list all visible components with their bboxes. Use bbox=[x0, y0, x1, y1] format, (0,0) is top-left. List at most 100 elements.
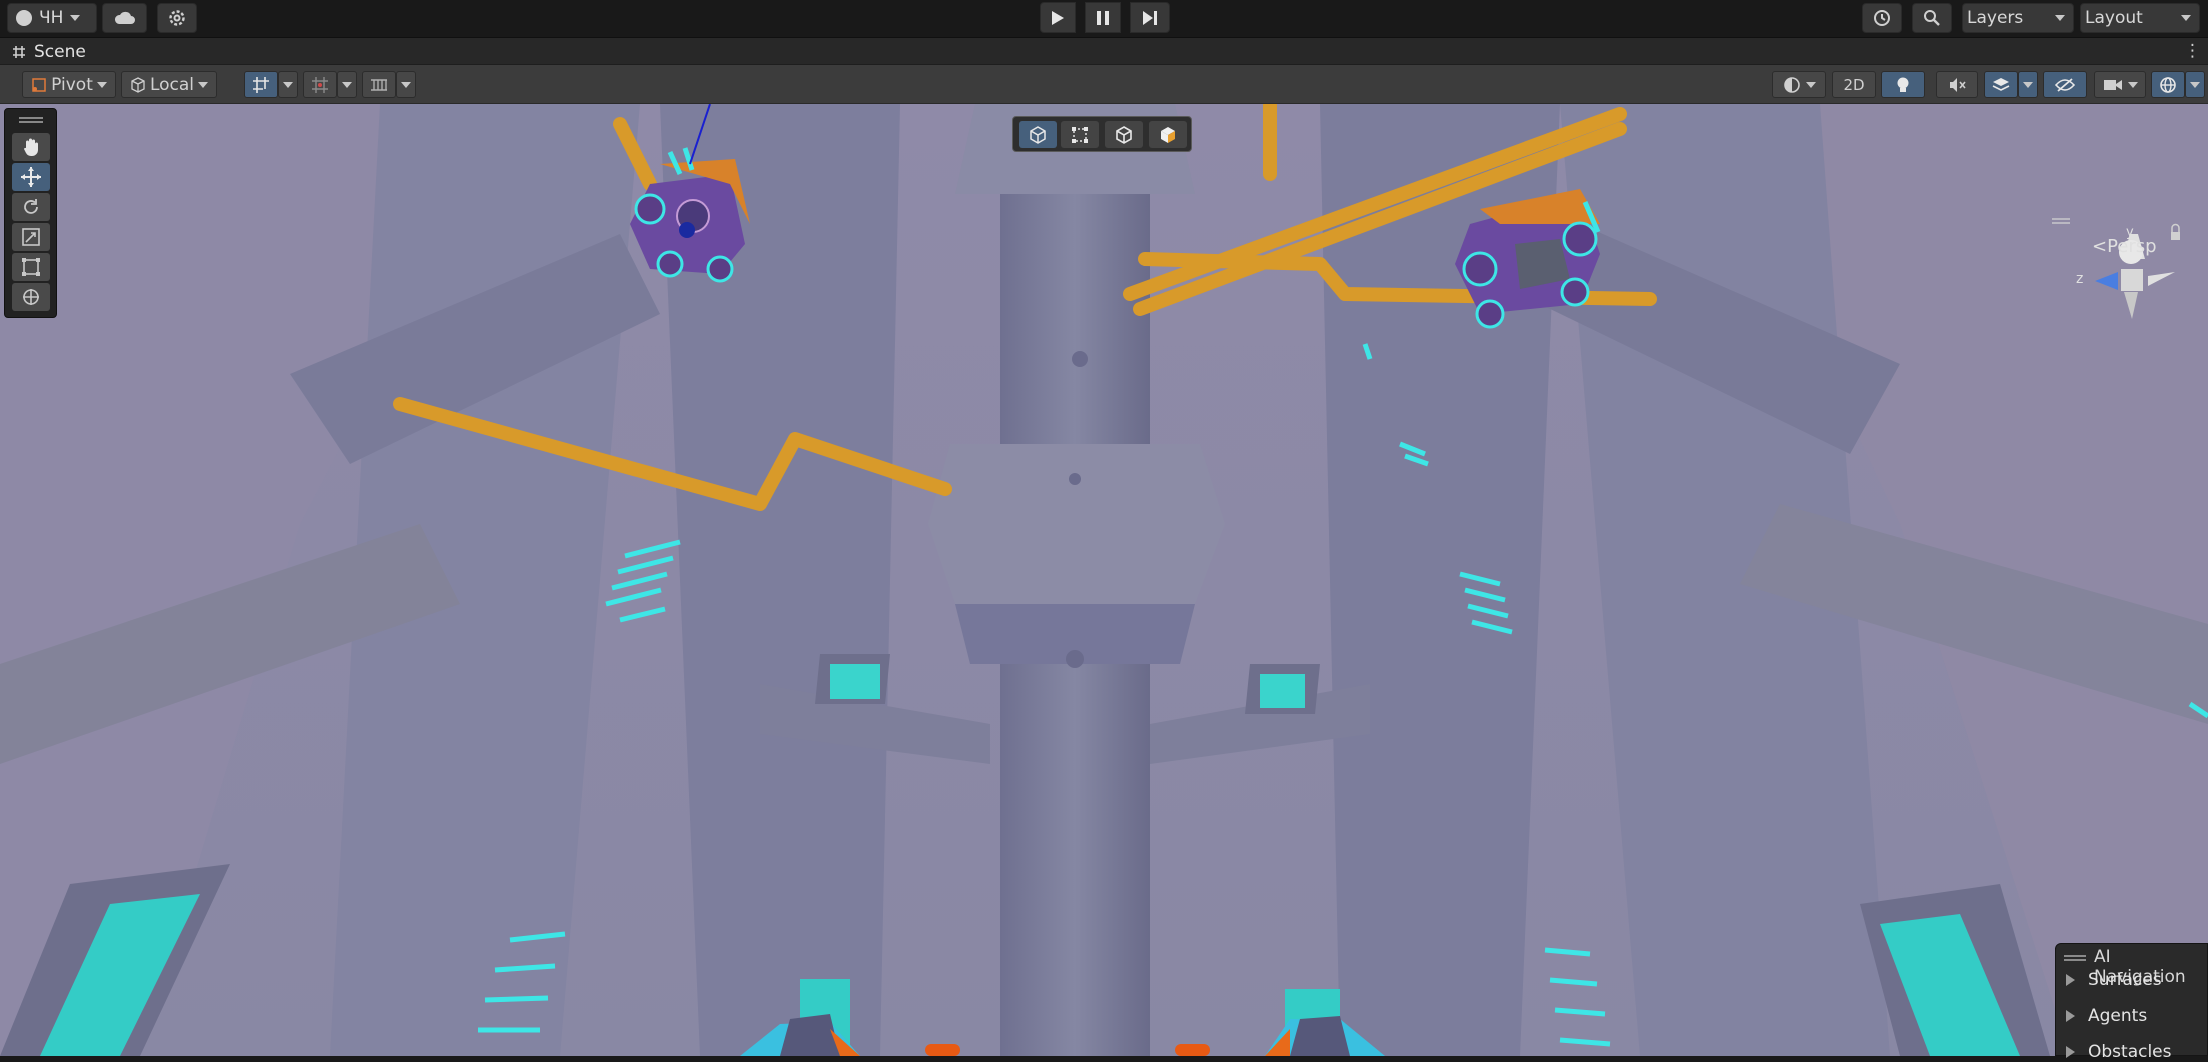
step-icon bbox=[1143, 10, 1157, 25]
chevron-down-icon bbox=[198, 81, 209, 88]
local-dropdown[interactable]: Local bbox=[121, 71, 217, 98]
chevron-down-icon bbox=[342, 81, 352, 88]
pivot-label: Pivot bbox=[51, 74, 93, 95]
overlay-rect-button[interactable] bbox=[1061, 121, 1099, 148]
account-dropdown[interactable]: ЧН bbox=[7, 3, 97, 33]
shading-sphere-icon bbox=[1783, 76, 1800, 93]
more-menu-icon[interactable]: ⋮ bbox=[2184, 41, 2201, 61]
history-button[interactable] bbox=[1862, 3, 1902, 33]
perspective-icon: < bbox=[2092, 236, 2108, 257]
move-arrows-icon bbox=[21, 167, 41, 187]
scale-tool-button[interactable] bbox=[12, 223, 50, 251]
rotate-icon bbox=[24, 199, 38, 214]
mode-2d-button[interactable]: 2D bbox=[1832, 71, 1876, 98]
gizmo-z-axis-label: z bbox=[2076, 271, 2083, 287]
expand-arrow-icon[interactable] bbox=[2066, 1046, 2075, 1058]
cube-icon bbox=[131, 76, 145, 93]
hand-tool-button[interactable] bbox=[12, 133, 50, 161]
ai-nav-item-obstacles[interactable]: Obstacles bbox=[2088, 1042, 2172, 1062]
grid-snap-button[interactable] bbox=[244, 71, 278, 98]
wire-cube-icon bbox=[1030, 125, 1046, 144]
increment-snap-button[interactable] bbox=[303, 71, 337, 98]
rotate-tool-button[interactable] bbox=[12, 193, 50, 221]
mode-2d-label: 2D bbox=[1843, 75, 1865, 94]
scene-toolbar: Pivot Local 2D bbox=[0, 65, 2208, 104]
pivot-icon bbox=[32, 77, 46, 92]
search-icon bbox=[1924, 10, 1940, 26]
expand-arrow-icon[interactable] bbox=[2066, 974, 2075, 986]
play-button[interactable] bbox=[1040, 2, 1076, 33]
scene-viewport[interactable]: y z <Persp bbox=[0, 104, 2208, 1056]
layers-stack-icon bbox=[1992, 77, 2010, 91]
grid-snap-options[interactable] bbox=[278, 71, 298, 98]
camera-settings-dropdown[interactable] bbox=[2094, 71, 2146, 98]
grid-visibility-button[interactable] bbox=[362, 71, 396, 98]
scene-tab-bar: Scene ⋮ bbox=[0, 38, 2208, 65]
step-button[interactable] bbox=[1130, 2, 1170, 33]
gizmo-globe-icon bbox=[2160, 76, 2176, 93]
effects-options[interactable] bbox=[2018, 71, 2038, 98]
camera-icon bbox=[2103, 79, 2122, 90]
layout-label: Layout bbox=[2085, 8, 2143, 28]
panel-grip-icon[interactable] bbox=[19, 117, 43, 123]
pause-icon bbox=[1097, 10, 1109, 25]
cloud-icon bbox=[114, 11, 135, 24]
layers-label: Layers bbox=[1967, 8, 2024, 28]
panel-grip-icon[interactable] bbox=[2064, 955, 2086, 961]
hand-icon bbox=[24, 138, 38, 156]
chevron-down-icon bbox=[2190, 81, 2200, 88]
component-tools-overlay bbox=[1012, 116, 1192, 152]
rect-tool-button[interactable] bbox=[12, 253, 50, 281]
audio-muted-icon bbox=[1950, 77, 1966, 92]
gizmos-toggle[interactable] bbox=[2151, 71, 2185, 98]
scene-visibility-toggle[interactable] bbox=[2043, 71, 2087, 98]
top-toolbar: ЧН Layers Layout bbox=[0, 0, 2208, 38]
projection-toggle[interactable]: <Persp bbox=[2092, 236, 2157, 257]
increment-snap-options[interactable] bbox=[337, 71, 357, 98]
gizmos-options[interactable] bbox=[2185, 71, 2205, 98]
eye-hidden-icon bbox=[2055, 77, 2075, 92]
grid-icon bbox=[13, 46, 25, 58]
ai-navigation-panel: AI Navigation Surfaces Agents Obstacles bbox=[2055, 943, 2208, 1062]
settings-button[interactable] bbox=[157, 3, 197, 33]
scale-icon bbox=[22, 228, 40, 246]
layers-dropdown[interactable]: Layers bbox=[1962, 3, 2074, 33]
history-icon bbox=[1874, 10, 1890, 26]
lightbulb-icon bbox=[1897, 77, 1909, 92]
shading-mode-dropdown[interactable] bbox=[1772, 71, 1826, 98]
effects-toggle[interactable] bbox=[1984, 71, 2018, 98]
solid-cube-icon bbox=[1161, 126, 1175, 143]
transform-icon bbox=[23, 289, 39, 305]
pivot-dropdown[interactable]: Pivot bbox=[22, 71, 116, 98]
transform-tool-button[interactable] bbox=[12, 283, 50, 311]
chevron-down-icon bbox=[401, 81, 411, 88]
chevron-down-icon bbox=[2127, 81, 2138, 88]
grid-visibility-options[interactable] bbox=[396, 71, 416, 98]
grid-snap-icon bbox=[253, 76, 269, 93]
overlay-cube-button[interactable] bbox=[1019, 121, 1057, 148]
layout-dropdown[interactable]: Layout bbox=[2080, 3, 2200, 33]
overlay-solid-cube-button[interactable] bbox=[1149, 121, 1187, 148]
expand-arrow-icon[interactable] bbox=[2066, 1010, 2075, 1022]
chevron-down-icon bbox=[96, 81, 107, 88]
scene-tab-title[interactable]: Scene bbox=[34, 42, 86, 62]
ai-nav-item-agents[interactable]: Agents bbox=[2088, 1006, 2147, 1026]
rect-transform-icon bbox=[22, 258, 40, 276]
ruler-grid-icon bbox=[371, 78, 387, 91]
chevron-down-icon bbox=[283, 81, 293, 88]
scene-render: y z bbox=[0, 104, 2208, 1056]
cloud-button[interactable] bbox=[102, 3, 147, 33]
pause-button[interactable] bbox=[1085, 2, 1121, 33]
ai-nav-item-surfaces[interactable]: Surfaces bbox=[2088, 970, 2162, 990]
overlay-bounds-button[interactable] bbox=[1105, 121, 1143, 148]
chevron-down-icon bbox=[2023, 81, 2033, 88]
increment-snap-icon bbox=[312, 76, 328, 93]
lighting-toggle[interactable] bbox=[1881, 71, 1925, 98]
move-tool-button[interactable] bbox=[12, 163, 50, 191]
audio-toggle[interactable] bbox=[1936, 71, 1978, 98]
tools-panel bbox=[4, 108, 57, 318]
projection-label: Persp bbox=[2107, 236, 2157, 257]
bounds-cube-icon bbox=[1116, 125, 1132, 144]
chevron-down-icon bbox=[2055, 15, 2065, 21]
search-button[interactable] bbox=[1912, 3, 1952, 33]
